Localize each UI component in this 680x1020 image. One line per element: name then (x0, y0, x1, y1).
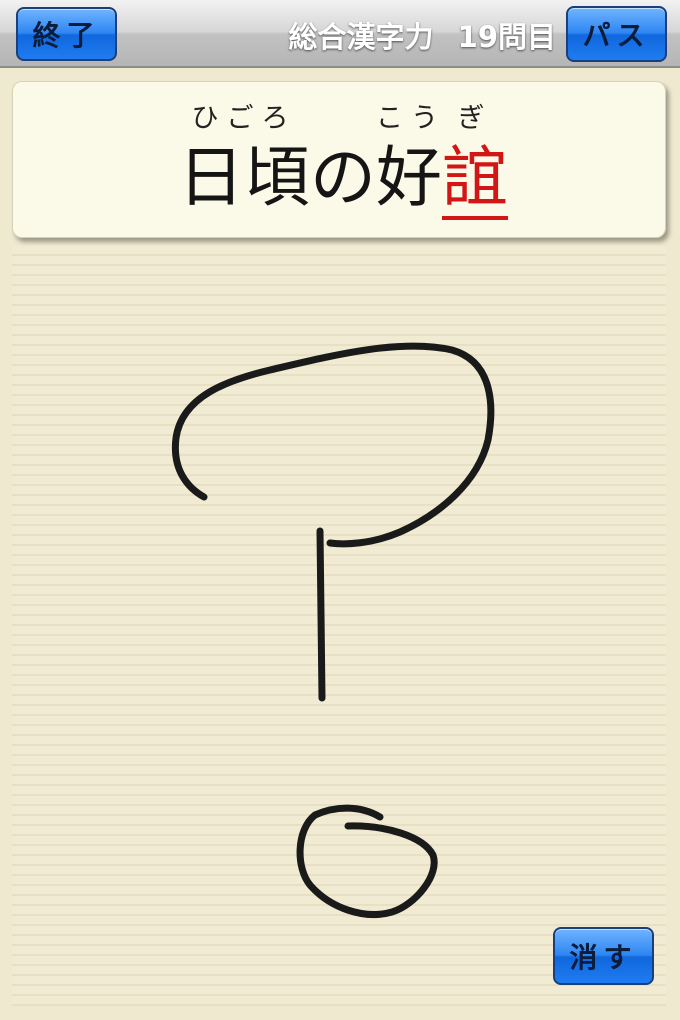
erase-button[interactable]: 消す (553, 927, 654, 985)
stroke-question-stem (316, 527, 326, 702)
stroke-question-dot (296, 804, 438, 918)
stroke-question-curve (171, 342, 495, 548)
handwritten-strokes (171, 342, 495, 918)
